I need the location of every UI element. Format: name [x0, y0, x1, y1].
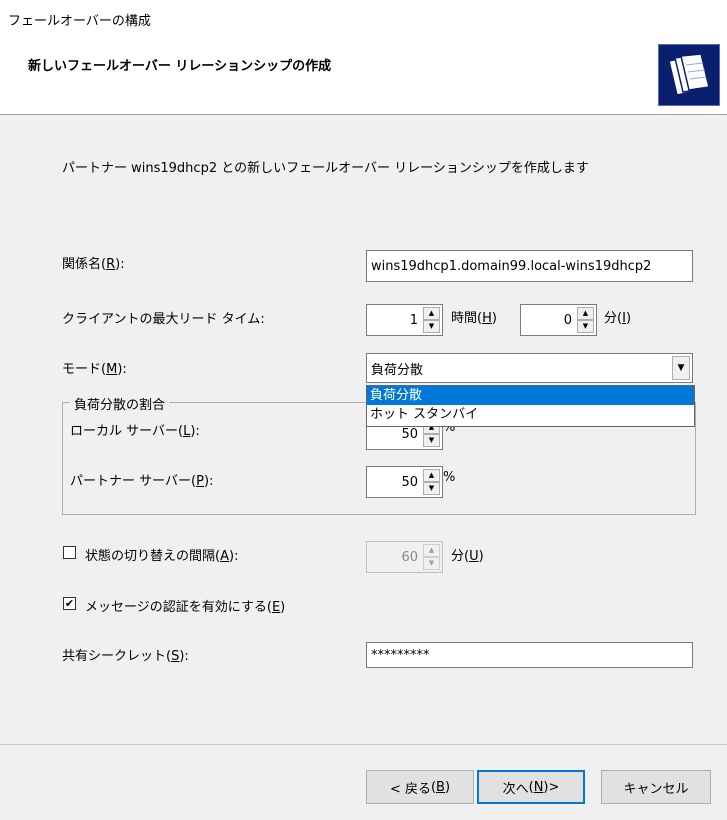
hours-unit-label: 時間(H): [451, 311, 497, 326]
load-balance-group-title: 負荷分散の割合: [70, 394, 170, 413]
next-button[interactable]: 次へ(N) >: [477, 770, 585, 804]
mclt-minutes-stepper[interactable]: 0 ▲ ▼: [520, 304, 597, 336]
state-switch-checkbox[interactable]: [63, 546, 76, 559]
interval-unit-label: 分(U): [451, 549, 484, 564]
wizard-header: [0, 34, 727, 115]
local-server-label: ローカル サーバー(L):: [70, 424, 200, 439]
mclt-label: クライアントの最大リード タイム:: [62, 312, 265, 327]
partner-down-arrow-icon[interactable]: ▼: [423, 482, 440, 495]
partner-up-arrow-icon[interactable]: ▲: [423, 469, 440, 482]
mode-option-hot-standby[interactable]: ホット スタンバイ: [367, 405, 694, 424]
partner-server-percent-stepper[interactable]: 50 ▲ ▼: [366, 466, 443, 498]
mclt-minutes-value: 0: [563, 312, 572, 328]
state-switch-label: 状態の切り替えの間隔(A):: [85, 549, 239, 564]
state-switch-interval-value: 60: [401, 549, 418, 565]
mclt-hours-stepper[interactable]: 1 ▲ ▼: [366, 304, 443, 336]
minutes-up-arrow-icon[interactable]: ▲: [577, 307, 594, 320]
minutes-down-arrow-icon[interactable]: ▼: [577, 320, 594, 333]
hours-up-arrow-icon[interactable]: ▲: [423, 307, 440, 320]
state-switch-interval-stepper[interactable]: 60 ▲ ▼: [366, 541, 443, 573]
window-title: フェールオーバーの構成: [8, 14, 151, 29]
mode-dropdown-list: 負荷分散 ホット スタンバイ: [366, 385, 695, 427]
page-title: 新しいフェールオーバー リレーションシップの作成: [28, 59, 332, 74]
message-auth-label: メッセージの認証を有効にする(E): [85, 600, 286, 615]
mode-select[interactable]: 負荷分散 ▼: [366, 353, 693, 383]
mode-selected-value: 負荷分散: [371, 362, 424, 378]
shared-secret-label: 共有シークレット(S):: [62, 649, 189, 664]
partner-server-percent-value: 50: [401, 474, 418, 490]
relationship-name-input[interactable]: wins19dhcp1.domain99.local-wins19dhcp2: [366, 250, 693, 282]
checkmark-icon: ✔: [64, 597, 75, 610]
partner-percent-unit: %: [443, 470, 456, 485]
description-text: パートナー wins19dhcp2 との新しいフェールオーバー リレーションシッ…: [62, 161, 589, 176]
minutes-unit-label: 分(I): [604, 311, 632, 326]
chevron-down-icon[interactable]: ▼: [672, 356, 690, 380]
mode-label: モード(M):: [62, 362, 127, 377]
mclt-hours-value: 1: [409, 312, 418, 328]
partner-server-label: パートナー サーバー(P):: [70, 474, 214, 489]
back-button[interactable]: < 戻る(B): [366, 770, 474, 804]
relationship-name-label: 関係名(R):: [62, 257, 125, 272]
shared-secret-input[interactable]: *********: [366, 642, 693, 668]
mode-option-load-balance[interactable]: 負荷分散: [367, 386, 694, 405]
local-down-arrow-icon[interactable]: ▼: [423, 434, 440, 447]
wizard-folders-icon: [658, 44, 720, 106]
hours-down-arrow-icon[interactable]: ▼: [423, 320, 440, 333]
message-auth-checkbox[interactable]: ✔: [63, 597, 76, 610]
cancel-button[interactable]: キャンセル: [601, 770, 711, 804]
interval-up-arrow-icon[interactable]: ▲: [423, 544, 440, 557]
footer-divider: [0, 744, 727, 745]
interval-down-arrow-icon[interactable]: ▼: [423, 557, 440, 570]
